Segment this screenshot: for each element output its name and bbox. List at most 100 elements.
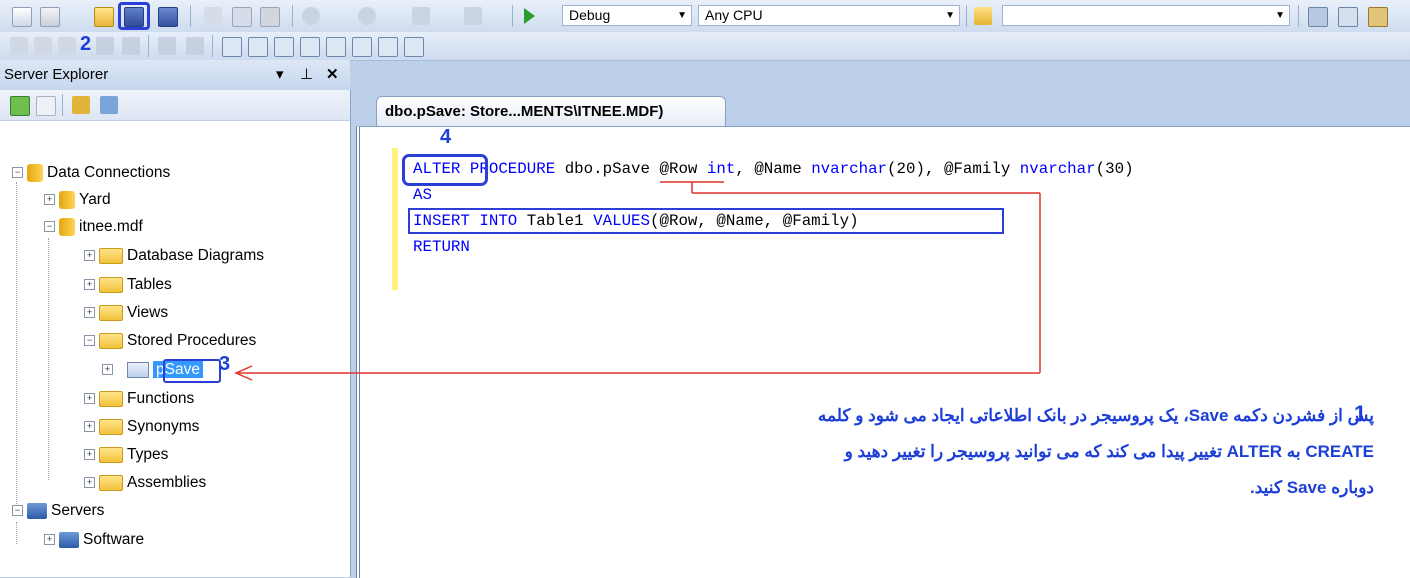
server-explorer-toolbar (0, 90, 350, 121)
collapse-icon[interactable]: − (84, 335, 95, 347)
expand-icon[interactable]: + (84, 421, 95, 433)
tree-node-types[interactable]: + Types (84, 444, 168, 466)
psave-highlight-box (163, 359, 221, 383)
expand-icon[interactable]: + (102, 364, 113, 376)
connect-to-server-icon[interactable] (100, 96, 118, 114)
annotation-number-2: 2 (80, 33, 92, 55)
find-in-files-icon[interactable] (974, 7, 992, 25)
uncomment-lines-icon[interactable] (186, 37, 204, 55)
tree-node-stored-procedures[interactable]: − Stored Procedures (84, 330, 256, 352)
toolbar-separator (148, 35, 149, 57)
expand-icon[interactable]: + (84, 477, 95, 489)
navigate-forward-icon[interactable] (464, 7, 482, 25)
object-members-icon[interactable] (10, 37, 28, 55)
tree-node-label: Servers (51, 502, 105, 519)
tree-guide (16, 182, 17, 516)
collapse-icon[interactable]: − (44, 221, 55, 233)
navigate-backward-icon[interactable] (412, 7, 430, 25)
collapse-icon[interactable]: − (12, 167, 23, 179)
tree-node-tables[interactable]: + Tables (84, 274, 172, 296)
tree-node-yard[interactable]: + Yard (44, 189, 111, 211)
tree-node-itnee-mdf[interactable]: − itnee.mdf (44, 216, 143, 238)
solution-configuration-dropdown[interactable]: Debug ▼ (562, 5, 692, 26)
close-icon[interactable]: ✕ (326, 60, 339, 90)
tree-node-servers[interactable]: − Servers (12, 500, 104, 522)
servers-icon (27, 502, 47, 519)
annotation-number-4: 4 (440, 126, 452, 148)
paste-icon[interactable] (260, 7, 280, 27)
quick-info-icon[interactable] (58, 37, 76, 55)
expand-icon[interactable]: + (44, 534, 55, 546)
solution-platform-dropdown[interactable]: Any CPU ▼ (698, 5, 960, 26)
decrease-indent-icon[interactable] (96, 37, 114, 55)
expand-icon[interactable]: + (84, 279, 95, 291)
save-highlight-box (118, 2, 150, 30)
previous-bookmark-folder-icon[interactable] (300, 37, 320, 57)
save-all-icon[interactable] (158, 7, 178, 27)
tree-node-label: Tables (127, 276, 172, 293)
stop-refresh-icon[interactable] (36, 96, 56, 116)
param-row: @Row (659, 160, 707, 178)
type-nvarchar: nvarchar (1019, 160, 1096, 178)
note-line-2: CREATE به ALTER تغییر پیدا می کند که می … (844, 442, 1374, 461)
computer-icon (59, 531, 79, 548)
procedure-name: dbo.pSave (564, 160, 660, 178)
parameter-info-icon[interactable] (34, 37, 52, 55)
redo-icon[interactable] (358, 7, 376, 25)
tab-dbo-psave[interactable]: dbo.pSave: Store...MENTS\ITNEE.MDF) (376, 96, 726, 126)
solution-explorer-icon[interactable] (1308, 7, 1328, 27)
folder-icon (99, 304, 123, 321)
toolbar-separator (212, 35, 213, 57)
add-item-icon[interactable] (40, 7, 60, 27)
next-bookmark-folder-icon[interactable] (326, 37, 346, 57)
collapse-icon[interactable]: − (12, 505, 23, 517)
comment-lines-icon[interactable] (158, 37, 176, 55)
expand-icon[interactable]: + (44, 194, 55, 206)
tree-node-software[interactable]: + Software (44, 529, 144, 551)
next-bookmark-document-icon[interactable] (378, 37, 398, 57)
copy-icon[interactable] (232, 7, 252, 27)
properties-window-icon[interactable] (1338, 7, 1358, 27)
previous-bookmark-document-icon[interactable] (352, 37, 372, 57)
solution-configuration-value: Debug (569, 7, 611, 23)
clear-bookmarks-icon[interactable] (404, 37, 424, 57)
code-editor[interactable] (356, 126, 1410, 578)
expand-icon[interactable]: + (84, 307, 95, 319)
folder-icon (99, 332, 123, 349)
new-project-icon[interactable] (12, 7, 32, 27)
tree-node-label: Stored Procedures (127, 332, 257, 349)
tree-node-database-diagrams[interactable]: + Database Diagrams (84, 245, 264, 267)
tree-node-data-connections[interactable]: − Data Connections (12, 162, 170, 184)
open-file-icon[interactable] (94, 7, 114, 27)
stored-procedure-icon (127, 361, 149, 378)
tree-node-synonyms[interactable]: + Synonyms (84, 416, 199, 438)
solution-platform-value: Any CPU (705, 7, 763, 23)
object-browser-icon[interactable] (1368, 7, 1388, 27)
increase-indent-icon[interactable] (122, 37, 140, 55)
tree-node-views[interactable]: + Views (84, 302, 168, 324)
bookmark-icon[interactable] (222, 37, 242, 57)
database-icon (59, 190, 75, 209)
undo-icon[interactable] (302, 7, 320, 25)
type-nvarchar: nvarchar (811, 160, 888, 178)
tree-node-assemblies[interactable]: + Assemblies (84, 472, 206, 494)
expand-icon[interactable]: + (84, 449, 95, 461)
size-20: (20), (887, 160, 944, 178)
start-debugging-icon[interactable] (524, 8, 535, 24)
expand-icon[interactable]: + (84, 393, 95, 405)
cut-icon[interactable] (204, 7, 222, 25)
previous-bookmark-icon[interactable] (248, 37, 268, 57)
expand-icon[interactable]: + (84, 250, 95, 262)
next-bookmark-icon[interactable] (274, 37, 294, 57)
window-position-icon[interactable]: ▾ (276, 60, 284, 90)
connect-to-database-icon[interactable] (72, 96, 90, 114)
find-combo-box[interactable]: ▼ (1002, 5, 1290, 26)
auto-hide-pin-icon[interactable]: ⊥ (300, 60, 313, 90)
refresh-icon[interactable] (10, 96, 30, 116)
tree-node-functions[interactable]: + Functions (84, 388, 194, 410)
toolbar-separator (966, 5, 967, 27)
separator: , (735, 160, 755, 178)
param-name: @Name (754, 160, 812, 178)
tree-node-label: Assemblies (127, 474, 207, 491)
chevron-down-icon: ▼ (945, 10, 955, 21)
